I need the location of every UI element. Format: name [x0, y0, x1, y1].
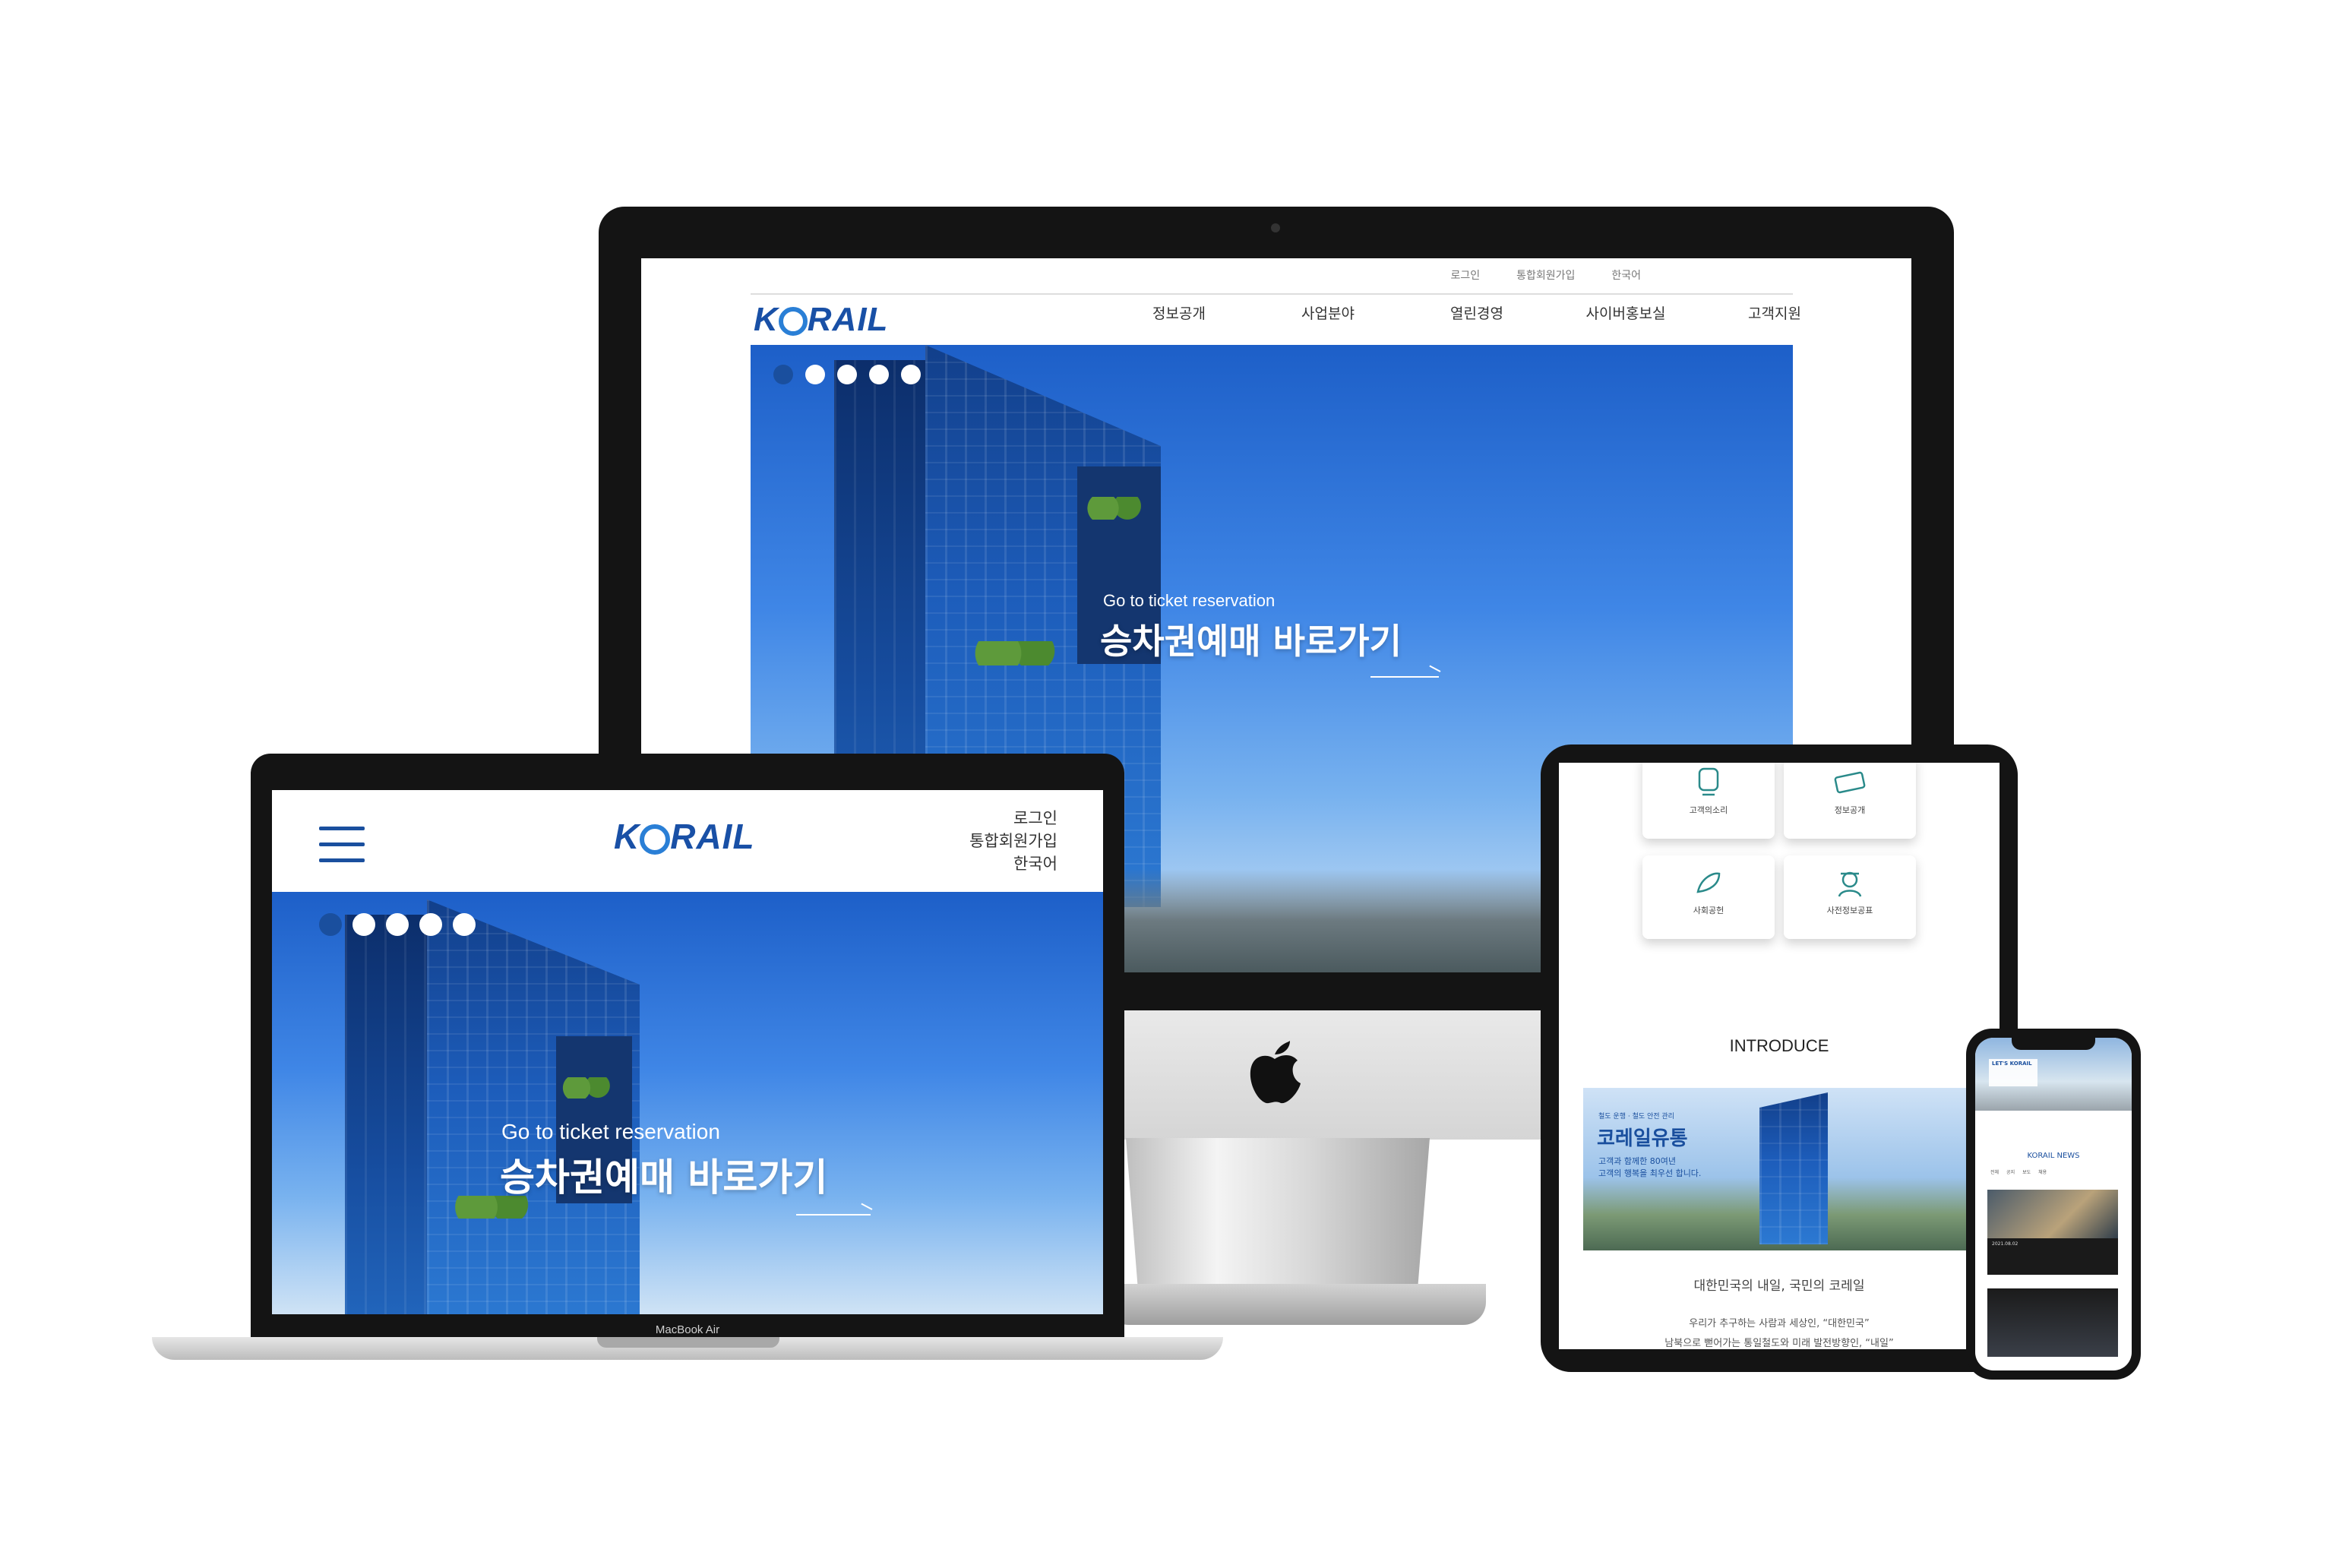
login-link[interactable]: 로그인 — [969, 807, 1057, 830]
intro-body: 우리가 추구하는 사람과 세상인, “대한민국” 남북으로 뻗어가는 통일철도와… — [1559, 1314, 2000, 1349]
intro-caption: 대한민국의 내일, 국민의 코레일 — [1693, 1279, 1865, 1294]
building-main — [1759, 1092, 1828, 1244]
nav-item-business[interactable]: 사업분야 — [1253, 302, 1402, 323]
service-label: 고객의소리 — [1689, 805, 1728, 815]
menu-icon[interactable] — [319, 827, 365, 874]
service-card-disclosure[interactable]: 사전정보공표 — [1784, 855, 1916, 939]
phone-notch — [2012, 1038, 2095, 1050]
slider-dot-5[interactable] — [901, 365, 921, 384]
phone-screen: LET'S KORAIL KORAIL NEWS 전체 공지 보도 채용 202… — [1975, 1038, 2132, 1370]
banner-title: 코레일유통 — [1597, 1127, 1688, 1150]
service-label: 사회공헌 — [1693, 906, 1724, 915]
slider-dots — [319, 913, 476, 936]
logo-letters-rail: RAIL — [670, 817, 755, 856]
logo-letter-k: K — [754, 301, 779, 338]
hero-title[interactable]: 승차권예매 바로가기 — [500, 1147, 827, 1202]
korail-logo[interactable]: K RAIL — [614, 816, 755, 857]
slider-dot-1[interactable] — [773, 365, 793, 384]
language-link[interactable]: 한국어 — [1611, 267, 1641, 283]
news-heading: KORAIL NEWS — [2027, 1152, 2080, 1160]
slider-dot-3[interactable] — [837, 365, 857, 384]
service-card-social[interactable]: 사회공헌 — [1642, 855, 1775, 939]
service-label: 사전정보공표 — [1826, 906, 1873, 915]
logo-letter-k: K — [614, 817, 640, 856]
building-left — [345, 915, 428, 1314]
train-icon — [1698, 767, 1719, 796]
news-card[interactable]: 2021.08.02 — [1987, 1238, 2118, 1275]
global-nav: 정보공개 사업분야 열린경영 사이버홍보실 고객지원 — [1105, 302, 1849, 323]
logo-globe-icon — [640, 824, 671, 855]
slider-dot-1[interactable] — [319, 913, 342, 936]
rooftop-plants — [1085, 497, 1146, 520]
rooftop-plants — [561, 1077, 614, 1099]
slider-dot-3[interactable] — [386, 913, 409, 936]
korail-logo[interactable]: K RAIL — [754, 301, 888, 339]
utility-links: 로그인 통합회원가입 한국어 — [1450, 267, 1641, 283]
laptop-notch — [597, 1337, 779, 1348]
intro-body-line-1: 우리가 추구하는 사람과 세상인, “대한민국” — [1689, 1318, 1870, 1329]
hero-subtitle: Go to ticket reservation — [1103, 591, 1276, 610]
nav-item-management[interactable]: 열린경영 — [1402, 302, 1551, 323]
service-label: 정보공개 — [1834, 805, 1866, 815]
device-label: MacBook Air — [655, 1323, 720, 1336]
slider-dot-4[interactable] — [419, 913, 442, 936]
join-link[interactable]: 통합회원가입 — [1516, 267, 1575, 283]
news-tab[interactable]: 보도 — [2022, 1168, 2031, 1175]
news-tab[interactable]: 공지 — [2006, 1168, 2015, 1175]
arrow-right-icon[interactable] — [1370, 676, 1439, 678]
header-divider — [751, 293, 1793, 295]
laptop-screen: K RAIL 로그인 통합회원가입 한국어 Go to ticket reserv… — [272, 790, 1103, 1314]
banner-line-2: 고객의 행복을 최우선 합니다. — [1598, 1168, 1702, 1178]
camera-icon — [1271, 223, 1280, 232]
login-link[interactable]: 로그인 — [1450, 267, 1480, 283]
slider-dot-5[interactable] — [453, 913, 476, 936]
news-tab[interactable]: 채용 — [2038, 1168, 2047, 1175]
slider-dot-2[interactable] — [805, 365, 825, 384]
utility-links: 로그인 통합회원가입 한국어 — [969, 807, 1057, 875]
arrow-right-icon[interactable] — [796, 1214, 871, 1216]
conductor-icon — [1838, 871, 1862, 897]
slider-dot-2[interactable] — [352, 913, 375, 936]
news-thumbnail[interactable] — [1987, 1190, 2118, 1238]
hero-subtitle: Go to ticket reservation — [501, 1120, 720, 1143]
section-heading: INTRODUCE — [1729, 1036, 1829, 1055]
hero-title[interactable]: 승차권예매 바로가기 — [1100, 614, 1402, 664]
leaf-hand-icon — [1696, 872, 1721, 893]
slider-dot-4[interactable] — [869, 365, 889, 384]
apple-logo-icon — [1250, 1041, 1301, 1104]
phone-banner-title: LET'S KORAIL — [1992, 1061, 2032, 1067]
service-card-voice[interactable]: 고객의소리 — [1642, 763, 1775, 839]
intro-body-line-2: 남북으로 뻗어가는 통일철도와 미래 발전방향인, “내일” — [1664, 1338, 1894, 1349]
ticket-icon — [1834, 771, 1866, 794]
news-date: 2021.08.02 — [1992, 1241, 2018, 1247]
imac-stand — [1126, 1138, 1430, 1290]
logo-globe-icon — [778, 307, 808, 337]
intro-banner[interactable]: 철도 운행 · 철도 안전 관리 코레일유통 고객과 함께한 80여년 고객의 … — [1583, 1088, 1971, 1250]
logo-letters-rail: RAIL — [807, 301, 889, 338]
banner-kicker: 철도 운행 · 철도 안전 관리 — [1598, 1113, 1674, 1121]
language-link[interactable]: 한국어 — [969, 852, 1057, 875]
nav-item-support[interactable]: 고객지원 — [1700, 302, 1849, 323]
tablet-screen: 고객의소리 정보공개 사회공헌 사전정보공표 INTRODUCE 철도 운행 ·… — [1559, 763, 2000, 1349]
join-link[interactable]: 통합회원가입 — [969, 830, 1057, 852]
news-card[interactable] — [1987, 1288, 2118, 1357]
banner-line-1: 고객과 함께한 80여년 — [1598, 1156, 1676, 1166]
hero-slider[interactable]: Go to ticket reservation 승차권예매 바로가기 — [272, 892, 1103, 1314]
news-tab[interactable]: 전체 — [1990, 1168, 1999, 1175]
slider-dots — [773, 365, 921, 384]
news-tabs: 전체 공지 보도 채용 — [1990, 1168, 2047, 1175]
service-card-info[interactable]: 정보공개 — [1784, 763, 1916, 839]
imac-foot — [1106, 1284, 1486, 1325]
nav-item-info[interactable]: 정보공개 — [1105, 302, 1253, 323]
nav-item-pr[interactable]: 사이버홍보실 — [1551, 302, 1700, 323]
terrace-plants — [971, 641, 1062, 665]
